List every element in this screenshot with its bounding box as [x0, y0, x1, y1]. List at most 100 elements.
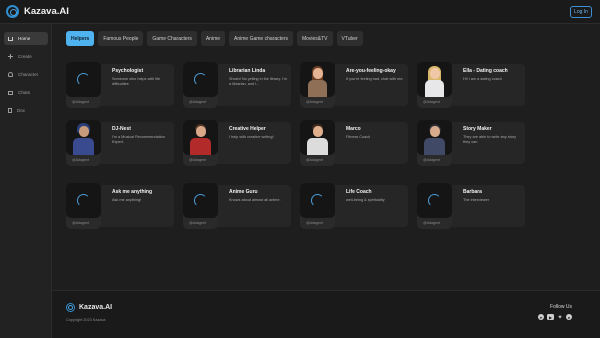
sidebar-item-label: Create — [18, 54, 32, 59]
card-description: Fitness Coach — [346, 135, 371, 139]
filter-anime-game-characters[interactable]: Anime Game characters — [229, 31, 293, 46]
follow-us-label: Follow Us — [550, 304, 572, 310]
card-thumbnail: @Adagent — [66, 183, 101, 229]
card-author: @Adagent — [72, 158, 90, 162]
sidebar-item-label: Character — [18, 72, 39, 77]
twitter-icon[interactable]: ✦ — [557, 314, 563, 321]
card-thumbnail: @Adagent — [66, 62, 101, 108]
filter-famous-people[interactable]: Famous People — [98, 31, 144, 46]
card-thumbnail: @Adagent — [300, 120, 335, 166]
character-avatar — [300, 62, 335, 97]
character-card-creative-helper[interactable]: @Adagent Creative Helper I help with cre… — [183, 120, 291, 166]
telegram-icon[interactable]: ➤ — [538, 314, 544, 320]
character-card-librarian-linda[interactable]: @Adagent Librarian Linda Shush! No yelli… — [183, 62, 291, 108]
card-description: I help with creative writing! — [229, 135, 274, 139]
character-card-barbara[interactable]: @Adagent Barbara The interviewer — [417, 183, 525, 229]
card-thumbnail: @Adagent — [300, 183, 335, 229]
sidebar-item-home[interactable]: Home — [4, 32, 48, 45]
card-title: Story Maker — [463, 126, 492, 132]
card-author: @Adagent — [189, 100, 207, 104]
footer-brand[interactable]: Kazava.AI — [66, 303, 112, 312]
card-thumbnail: @Adagent — [183, 62, 218, 108]
card-author: @Adagent — [189, 158, 207, 162]
card-author: @Adagent — [306, 158, 324, 162]
character-card-story-maker[interactable]: @Adagent Story Maker They are able to wr… — [417, 120, 525, 166]
filter-vtuber[interactable]: VTuber — [336, 31, 363, 46]
card-description: If you're feeling bad, chat with me. — [346, 77, 404, 81]
sidebar-item-chats[interactable]: Chats — [4, 86, 48, 99]
card-title: Anime Guru — [229, 189, 258, 195]
card-author: @Adagent — [72, 221, 90, 225]
card-thumbnail: @Adagent — [417, 183, 452, 229]
card-title: Ask me anything — [112, 189, 153, 195]
character-avatar — [417, 120, 452, 155]
logo-icon — [66, 303, 75, 312]
card-thumbnail: @Adagent — [300, 62, 335, 108]
character-avatar — [300, 120, 335, 155]
character-card-life-coach[interactable]: @Adagent Life Coach well-being & spiritu… — [300, 183, 408, 229]
card-title: Are-you-feeling-okay — [346, 68, 396, 74]
card-author: @Adagent — [423, 158, 441, 162]
card-title: DJ-Nest — [112, 126, 131, 132]
card-description: I'm a Musical Recommendation Expert. — [112, 135, 165, 145]
card-title: Life Coach — [346, 189, 372, 195]
login-button[interactable]: Log In — [570, 6, 592, 18]
card-title: Barbara — [463, 189, 482, 195]
loading-spinner-icon — [77, 73, 90, 86]
copyright: Copyright 2023 Kazava — [66, 318, 106, 322]
card-author: @Adagent — [423, 100, 441, 104]
category-filters: Helpers Famous People Game Characters An… — [66, 31, 363, 46]
card-title: Psychologist — [112, 68, 144, 74]
card-thumbnail: @Adagent — [417, 62, 452, 108]
sidebar-item-doc[interactable]: Doc — [4, 104, 48, 117]
card-thumbnail: @Adagent — [183, 120, 218, 166]
card-description: Ask me anything! — [112, 198, 142, 202]
card-description: Knows about almost all anime. — [229, 198, 281, 202]
card-author: @Adagent — [306, 100, 324, 104]
card-title: Marco — [346, 126, 361, 132]
top-bar: Kazava.AI Log In — [0, 0, 600, 24]
mail-icon — [8, 90, 13, 95]
loading-spinner-icon — [194, 73, 207, 86]
card-author: @Adagent — [72, 100, 90, 104]
card-thumbnail: @Adagent — [183, 183, 218, 229]
sidebar-item-create[interactable]: Create — [4, 50, 48, 63]
sidebar: Home Create Character Chats Doc — [0, 24, 52, 338]
brand[interactable]: Kazava.AI — [6, 5, 69, 18]
card-description: They are able to write any story they ca… — [463, 135, 516, 145]
character-card-marco[interactable]: @Adagent Marco Fitness Coach — [300, 120, 408, 166]
card-thumbnail: @Adagent — [66, 120, 101, 166]
sidebar-item-label: Home — [18, 36, 31, 41]
filter-game-characters[interactable]: Game Characters — [147, 31, 197, 46]
character-card-anime-guru[interactable]: @Adagent Anime Guru Knows about almost a… — [183, 183, 291, 229]
character-card-ella-dating-coach[interactable]: @Adagent Ella - Dating coach Hi! I am a … — [417, 62, 525, 108]
character-avatar — [183, 120, 218, 155]
card-title: Librarian Linda — [229, 68, 266, 74]
doc-icon — [8, 108, 12, 113]
youtube-icon[interactable]: ▶ — [547, 314, 554, 320]
card-description: The interviewer — [463, 198, 489, 202]
loading-spinner-icon — [194, 194, 207, 207]
person-icon — [8, 72, 13, 77]
character-avatar — [417, 62, 452, 97]
sidebar-item-label: Doc — [17, 108, 26, 113]
reddit-icon[interactable]: ● — [566, 314, 572, 320]
card-thumbnail: @Adagent — [417, 120, 452, 166]
plus-icon — [8, 54, 13, 59]
loading-spinner-icon — [77, 194, 90, 207]
footer-brand-name: Kazava.AI — [79, 304, 113, 311]
filter-anime[interactable]: Anime — [200, 31, 226, 46]
character-card-are-you-feeling-okay[interactable]: @Adagent Are-you-feeling-okay If you're … — [300, 62, 408, 108]
card-description: Someone who helps with life difficulties — [112, 77, 161, 87]
character-card-dj-nest[interactable]: @Adagent DJ-Nest I'm a Musical Recommend… — [66, 120, 174, 166]
character-avatar — [66, 120, 101, 155]
sidebar-item-character[interactable]: Character — [4, 68, 48, 81]
filter-movies-tv[interactable]: Movies&TV — [296, 31, 333, 46]
sidebar-item-label: Chats — [18, 90, 31, 95]
logo-icon — [6, 5, 19, 18]
brand-name: Kazava.AI — [24, 6, 69, 17]
filter-helpers[interactable]: Helpers — [66, 31, 95, 46]
character-card-ask-me-anything[interactable]: @Adagent Ask me anything Ask me anything… — [66, 183, 174, 229]
card-description: Shush! No yelling in the library. I'm a … — [229, 77, 288, 87]
character-card-psychologist[interactable]: @Adagent Psychologist Someone who helps … — [66, 62, 174, 108]
